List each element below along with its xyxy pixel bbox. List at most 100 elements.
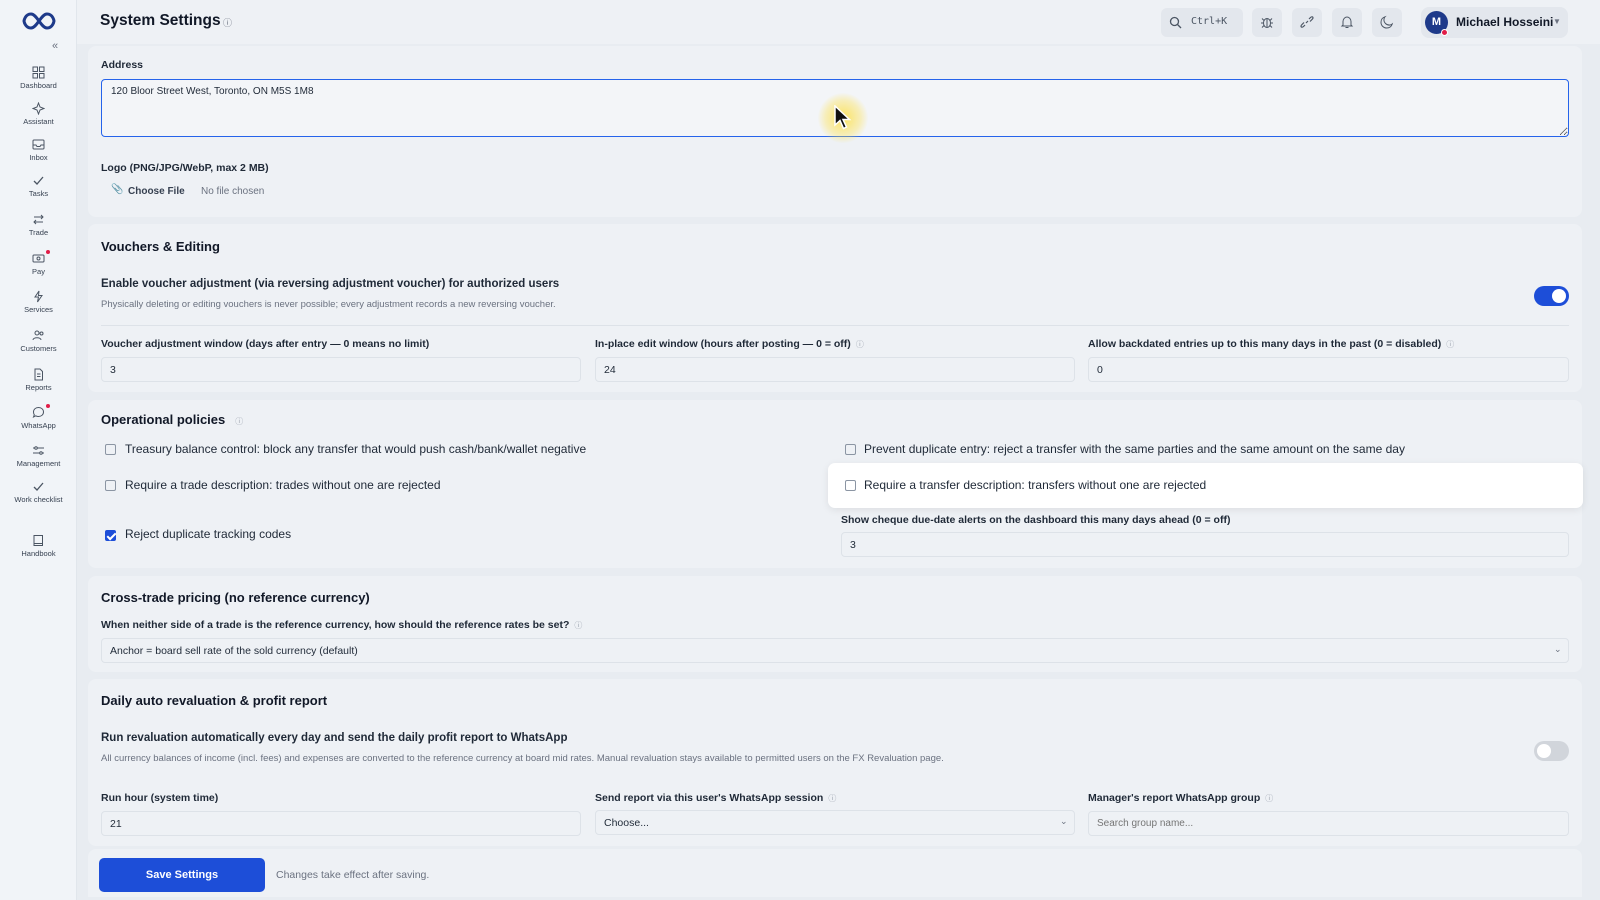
info-icon[interactable]: ⓘ bbox=[1265, 794, 1273, 803]
transfer-description-row[interactable]: Require a transfer description: transfer… bbox=[828, 463, 1583, 508]
tracking-codes-checkbox[interactable] bbox=[105, 530, 116, 541]
infinity-logo-icon[interactable] bbox=[22, 10, 56, 32]
book-icon bbox=[33, 535, 43, 546]
user-menu[interactable]: M Michael Hosseini ▼ bbox=[1421, 7, 1568, 38]
dark-mode-button[interactable] bbox=[1372, 8, 1402, 37]
topbar: System Settings ⓘ Ctrl+K M Michael Hosse… bbox=[77, 0, 1600, 44]
sidebar-item-tasks[interactable]: Tasks bbox=[0, 174, 77, 198]
swap-arrows-icon bbox=[33, 214, 44, 225]
sidebar-item-services[interactable]: Services bbox=[0, 290, 77, 314]
payment-icon bbox=[32, 254, 45, 263]
toggle-knob bbox=[1552, 289, 1566, 303]
status-dot bbox=[1441, 29, 1448, 36]
collapse-sidebar-icon[interactable]: « bbox=[52, 40, 58, 52]
sidebar-item-label: WhatsApp bbox=[21, 421, 56, 430]
chevron-down-icon: ▼ bbox=[1553, 17, 1561, 26]
bug-report-button[interactable] bbox=[1252, 8, 1282, 37]
notifications-button[interactable] bbox=[1332, 8, 1362, 37]
whatsapp-session-label-text: Send report via this user's WhatsApp ses… bbox=[595, 792, 824, 804]
backdate-label: Allow backdated entries up to this many … bbox=[1088, 338, 1454, 350]
sidebar-item-label: Inbox bbox=[29, 153, 48, 162]
voucher-adjustment-toggle[interactable] bbox=[1534, 286, 1569, 306]
link-button[interactable] bbox=[1292, 8, 1322, 37]
bug-icon bbox=[1261, 18, 1273, 28]
check-icon bbox=[33, 176, 44, 185]
cheque-alert-label: Show cheque due-date alerts on the dashb… bbox=[841, 514, 1231, 526]
info-icon[interactable]: ⓘ bbox=[574, 621, 582, 630]
chat-bubble-icon bbox=[32, 406, 45, 419]
sidebar-item-label: Tasks bbox=[28, 189, 49, 198]
vouchers-card: Vouchers & Editing Enable voucher adjust… bbox=[88, 224, 1582, 392]
whatsapp-session-select[interactable]: Choose... bbox=[595, 810, 1075, 835]
sidebar-item-label: Assistant bbox=[23, 117, 54, 126]
toggle-knob bbox=[1537, 744, 1551, 758]
adjustment-window-label-text: Voucher adjustment window (days after en… bbox=[101, 338, 430, 350]
sidebar-item-label: Handbook bbox=[21, 549, 56, 558]
duplicate-entry-label: Prevent duplicate entry: reject a transf… bbox=[864, 442, 1405, 456]
edit-window-label: In-place edit window (hours after postin… bbox=[595, 338, 864, 350]
info-icon[interactable]: ⓘ bbox=[1446, 340, 1454, 349]
edit-window-input[interactable]: 24 bbox=[595, 357, 1075, 382]
sidebar-item-whatsapp[interactable]: WhatsApp bbox=[0, 404, 77, 430]
search-button[interactable]: Ctrl+K bbox=[1161, 8, 1243, 37]
section-title-text: Operational policies bbox=[101, 412, 226, 427]
whatsapp-session-label: Send report via this user's WhatsApp ses… bbox=[595, 792, 836, 804]
sidebar-item-handbook[interactable]: Handbook bbox=[0, 534, 77, 558]
check-icon bbox=[33, 482, 44, 491]
sidebar-item-label: Services bbox=[24, 305, 53, 314]
sidebar-item-inbox[interactable]: Inbox bbox=[0, 138, 77, 162]
duplicate-entry-checkbox[interactable] bbox=[845, 444, 856, 455]
sidebar-item-management[interactable]: Management bbox=[0, 444, 77, 468]
dashboard-icon bbox=[32, 66, 45, 79]
info-icon[interactable]: ⓘ bbox=[828, 794, 836, 803]
section-title: Vouchers & Editing bbox=[101, 239, 220, 254]
sidebar-item-pay[interactable]: Pay bbox=[0, 250, 77, 276]
trade-description-label: Require a trade description: trades with… bbox=[125, 478, 441, 492]
treasury-label: Treasury balance control: block any tran… bbox=[125, 442, 587, 456]
run-hour-input[interactable]: 21 bbox=[101, 811, 581, 836]
sidebar-item-work-checklist[interactable]: Work checklist bbox=[0, 480, 77, 504]
treasury-checkbox[interactable] bbox=[105, 444, 116, 455]
choose-file-button[interactable]: Choose File bbox=[128, 186, 185, 197]
info-icon[interactable]: ⓘ bbox=[856, 340, 864, 349]
manager-group-search-input[interactable] bbox=[1088, 811, 1569, 836]
adjustment-window-input[interactable]: 3 bbox=[101, 357, 581, 382]
sidebar: « Dashboard Assistant Inbox Tasks Trade … bbox=[0, 0, 77, 900]
backdate-label-text: Allow backdated entries up to this many … bbox=[1088, 338, 1442, 350]
notification-dot bbox=[46, 404, 50, 408]
sidebar-item-trade[interactable]: Trade bbox=[0, 213, 77, 237]
backdate-input[interactable]: 0 bbox=[1088, 357, 1569, 382]
transfer-description-checkbox[interactable] bbox=[845, 480, 856, 491]
search-shortcut: Ctrl+K bbox=[1191, 16, 1228, 27]
tracking-codes-label: Reject duplicate tracking codes bbox=[125, 527, 292, 541]
manager-group-label-text: Manager's report WhatsApp group bbox=[1088, 792, 1261, 804]
info-icon[interactable]: ⓘ bbox=[235, 417, 243, 426]
revaluation-card: Daily auto revaluation & profit report R… bbox=[88, 679, 1582, 846]
pricing-question-label: When neither side of a trade is the refe… bbox=[101, 619, 582, 631]
mouse-cursor-icon bbox=[834, 105, 852, 130]
lightning-icon bbox=[34, 290, 43, 303]
page-title: System Settings bbox=[100, 12, 221, 29]
info-icon[interactable]: ⓘ bbox=[223, 16, 232, 29]
chevron-down-icon: ⌄ bbox=[1060, 816, 1068, 826]
save-settings-button[interactable]: Save Settings bbox=[99, 858, 265, 892]
auto-revaluation-toggle[interactable] bbox=[1534, 741, 1569, 761]
adjustment-window-label: Voucher adjustment window (days after en… bbox=[101, 338, 429, 350]
cheque-alert-input[interactable]: 3 bbox=[841, 532, 1569, 557]
sidebar-item-dashboard[interactable]: Dashboard bbox=[0, 66, 77, 90]
sidebar-item-customers[interactable]: Customers bbox=[0, 329, 77, 353]
paperclip-icon: 📎 bbox=[111, 184, 124, 195]
chevron-down-icon: ⌄ bbox=[1554, 644, 1562, 654]
pricing-select[interactable]: Anchor = board sell rate of the sold cur… bbox=[101, 638, 1569, 663]
sidebar-item-assistant[interactable]: Assistant bbox=[0, 102, 77, 126]
notification-dot bbox=[46, 250, 50, 254]
section-title: Cross-trade pricing (no reference curren… bbox=[101, 590, 370, 605]
document-icon bbox=[34, 368, 43, 381]
sidebar-item-reports[interactable]: Reports bbox=[0, 368, 77, 392]
moon-icon bbox=[1380, 15, 1394, 29]
sidebar-item-label: Management bbox=[16, 459, 61, 468]
footer-bar: Save Settings Changes take effect after … bbox=[88, 849, 1582, 897]
manager-group-label: Manager's report WhatsApp group ⓘ bbox=[1088, 792, 1273, 804]
trade-description-checkbox[interactable] bbox=[105, 480, 116, 491]
inbox-icon bbox=[32, 139, 45, 150]
